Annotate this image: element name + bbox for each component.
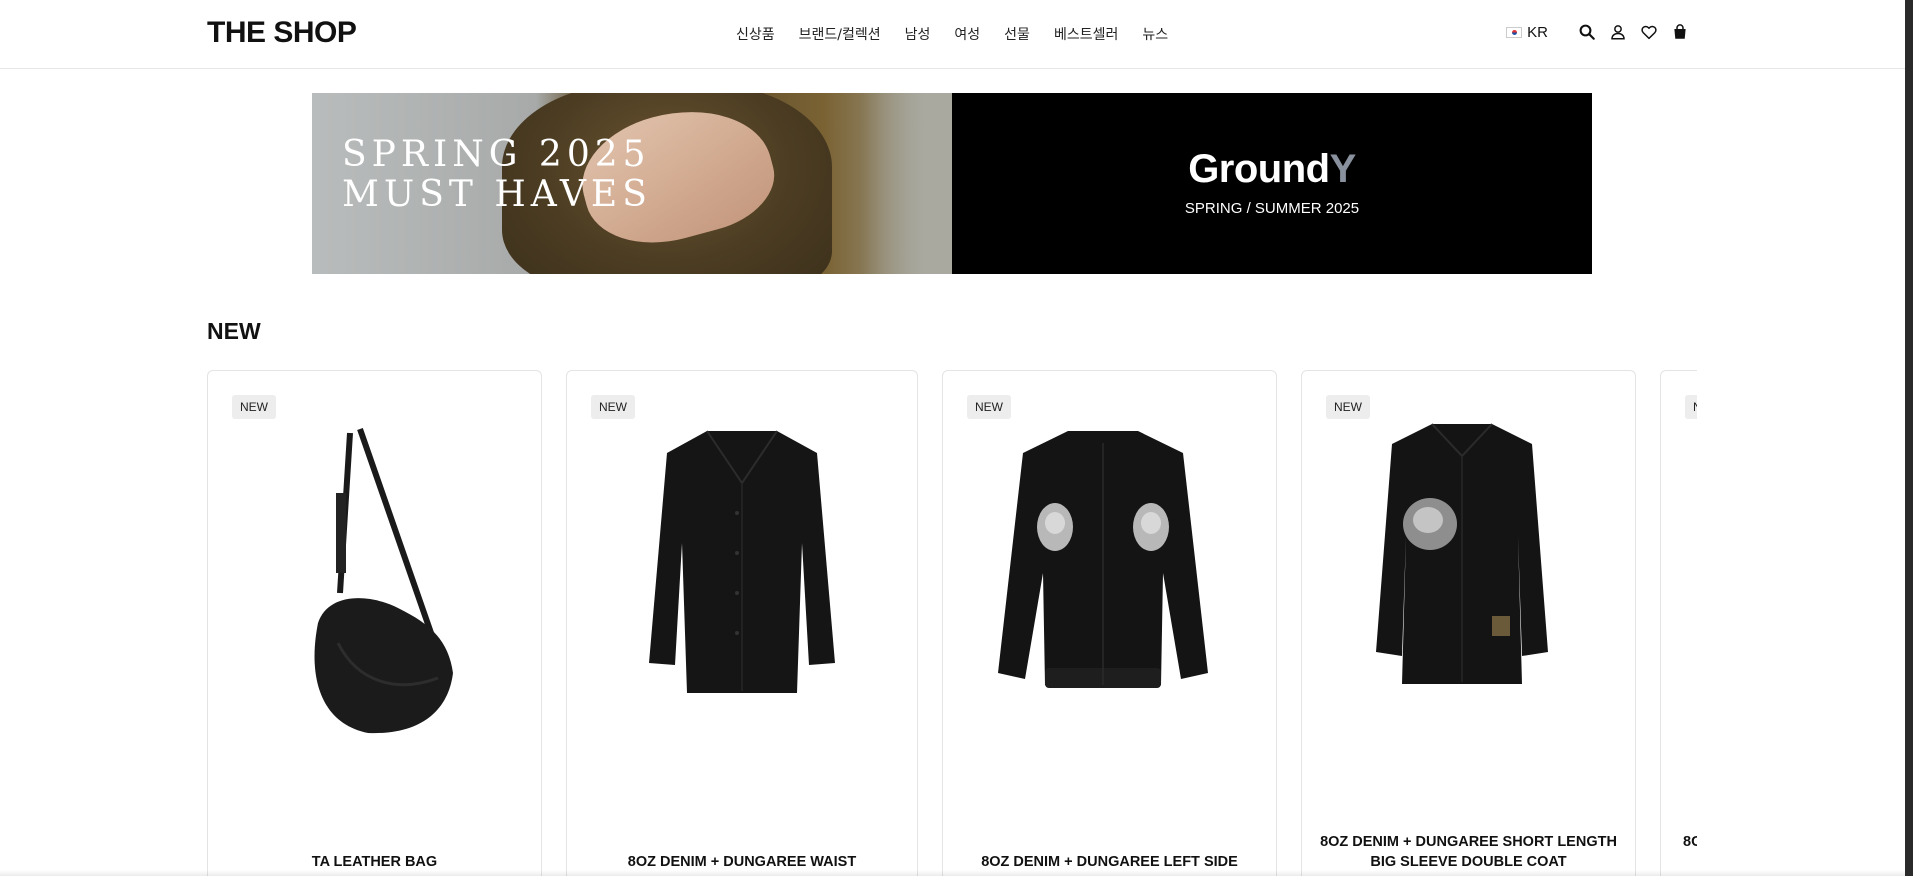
product-card[interactable]: N 8C bbox=[1660, 370, 1697, 876]
hero-banner: SPRING 2025 MUST HAVES GroundY SPRING / … bbox=[312, 93, 1592, 274]
site-logo[interactable]: THE SHOP bbox=[207, 16, 357, 50]
new-badge: NEW bbox=[591, 395, 635, 419]
product-image-jacket bbox=[649, 430, 835, 693]
header-tools: KR bbox=[1506, 22, 1690, 42]
new-section-title: NEW bbox=[207, 318, 261, 344]
korea-flag-icon bbox=[1506, 26, 1523, 38]
search-icon[interactable] bbox=[1577, 22, 1597, 42]
brand-season-label: SPRING / SUMMER 2025 bbox=[1184, 200, 1360, 217]
new-badge: N bbox=[1685, 395, 1697, 419]
cart-icon[interactable] bbox=[1670, 22, 1690, 42]
nav-item-bestsellers[interactable]: 베스트셀러 bbox=[1054, 24, 1118, 44]
language-label: KR bbox=[1527, 23, 1548, 41]
product-name: TA LEATHER BAG bbox=[311, 854, 438, 870]
product-card[interactable]: NEW 8OZ DENIM + DUNGAREE SHORT LENGTH BI… bbox=[1301, 370, 1636, 876]
new-badge: NEW bbox=[967, 395, 1011, 419]
product-image-shirt-coat bbox=[1376, 423, 1548, 684]
nav-item-gifts[interactable]: 선물 bbox=[1004, 24, 1030, 44]
groundy-banner[interactable]: GroundY SPRING / SUMMER 2025 bbox=[952, 93, 1592, 274]
site-header: THE SHOP 신상품 브랜드/컬렉션 남성 여성 선물 베스트셀러 뉴스 K… bbox=[0, 0, 1905, 69]
new-badge: NEW bbox=[1326, 395, 1370, 419]
account-icon[interactable] bbox=[1608, 22, 1628, 42]
nav-item-women[interactable]: 여성 bbox=[954, 24, 980, 44]
product-image-souvenir-jacket bbox=[998, 431, 1208, 688]
product-card[interactable]: NEW 8OZ DENIM + DUNGAREE WAIST DRAWSTRIN… bbox=[566, 370, 918, 876]
language-selector[interactable]: KR bbox=[1506, 24, 1548, 41]
nav-item-news[interactable]: 뉴스 bbox=[1142, 24, 1168, 44]
main-nav: 신상품 브랜드/컬렉션 남성 여성 선물 베스트셀러 뉴스 bbox=[736, 24, 1168, 44]
banner-headline: SPRING 2025 MUST HAVES bbox=[342, 134, 652, 215]
wishlist-icon[interactable] bbox=[1639, 22, 1659, 42]
nav-item-brands-collections[interactable]: 브랜드/컬렉션 bbox=[799, 24, 881, 44]
bottom-shadow bbox=[0, 870, 1905, 876]
product-name: 8OZ DENIM + DUNGAREE SHORT LENGTH BIG SL… bbox=[1320, 834, 1617, 870]
product-card[interactable]: NEW 8OZ DENIM + DUNGAREE LEFT SIDE ZIPPE… bbox=[942, 370, 1277, 876]
new-products-carousel: NEW TA LEATHER BAG NEW 8OZ DENIM + DUNGA… bbox=[207, 370, 1697, 876]
product-image-bag bbox=[314, 428, 453, 734]
product-card[interactable]: NEW TA LEATHER BAG bbox=[207, 370, 542, 876]
brand-name-accent: Y bbox=[1329, 147, 1357, 191]
spring-must-haves-banner[interactable]: SPRING 2025 MUST HAVES bbox=[312, 93, 952, 274]
banner-background-image bbox=[862, 93, 952, 274]
brand-name-main: Ground bbox=[1188, 147, 1330, 191]
groundy-brand-logo: GroundY bbox=[952, 147, 1592, 192]
product-name: 8C bbox=[1683, 834, 1697, 850]
new-badge: NEW bbox=[232, 395, 276, 419]
page-scrollbar-thumb[interactable] bbox=[1905, 0, 1913, 876]
nav-item-new-arrivals[interactable]: 신상품 bbox=[736, 24, 775, 44]
nav-item-men[interactable]: 남성 bbox=[905, 24, 931, 44]
